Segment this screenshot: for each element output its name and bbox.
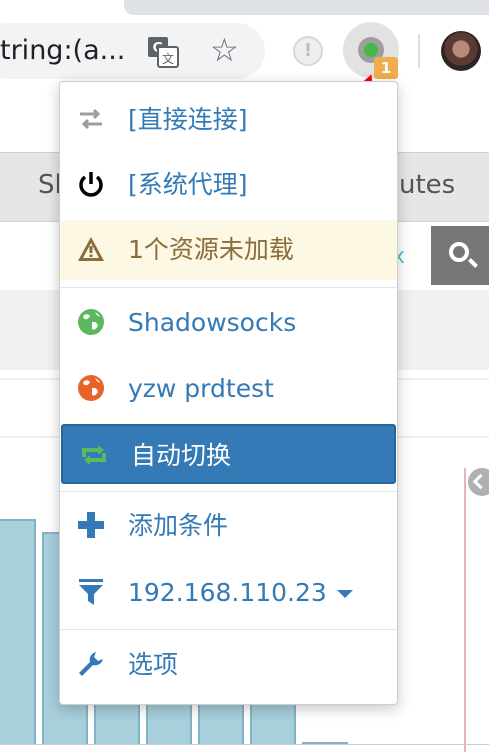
background-chart-marker-line	[464, 468, 466, 752]
svg-text:文: 文	[162, 51, 174, 66]
address-bar-text[interactable]: tring:(a...	[0, 35, 125, 66]
background-scroll-left-button[interactable]	[468, 468, 489, 496]
bookmark-star-icon[interactable]: ☆	[210, 34, 239, 66]
profile-avatar[interactable]	[441, 31, 481, 71]
switchyomega-popup-menu: [直接连接] [系统代理] 1个资源未加载 Shadowsocks yzw pr…	[59, 81, 398, 705]
menu-item-label: 添加条件	[128, 511, 229, 540]
direct-connection-icon	[80, 108, 102, 130]
translate-icon[interactable]: G 文	[147, 36, 179, 68]
plus-icon	[78, 512, 104, 538]
menu-item-direct-connection[interactable]: [直接连接]	[60, 90, 397, 150]
filter-icon	[79, 579, 103, 605]
background-nav-text-right: utes	[399, 170, 456, 200]
globe-icon	[78, 309, 104, 335]
background-chart-bar	[0, 519, 36, 744]
menu-item-label: yzw prdtest	[128, 374, 274, 403]
tab-strip	[124, 0, 489, 15]
condition-host-text: 192.168.110.23	[128, 578, 327, 607]
menu-item-label: 自动切换	[131, 441, 232, 470]
menu-item-condition-host[interactable]: 192.168.110.23	[60, 563, 397, 623]
search-icon	[449, 242, 469, 262]
menu-item-add-condition[interactable]: 添加条件	[60, 496, 397, 556]
menu-item-options[interactable]: 选项	[60, 635, 397, 695]
menu-item-system-proxy[interactable]: [系统代理]	[60, 155, 397, 215]
menu-divider	[60, 491, 397, 492]
power-icon	[79, 172, 103, 197]
menu-item-label: 192.168.110.23	[128, 563, 353, 623]
globe-icon	[78, 375, 104, 401]
menu-item-label: [直接连接]	[128, 105, 248, 134]
toolbar-divider	[418, 34, 420, 68]
extension-badge: 1	[374, 57, 398, 79]
chevron-down-icon	[336, 590, 353, 598]
auto-switch-icon	[82, 445, 106, 465]
menu-divider	[60, 287, 397, 288]
menu-item-label: 1个资源未加载	[128, 235, 294, 264]
menu-item-label: 选项	[128, 650, 179, 679]
menu-divider	[60, 629, 397, 630]
menu-item-label: Shadowsocks	[128, 308, 297, 337]
menu-item-profile-shadowsocks[interactable]: Shadowsocks	[60, 293, 397, 353]
warning-icon	[78, 237, 104, 261]
extension-error-icon[interactable]: !	[293, 36, 323, 66]
background-search-button[interactable]	[431, 226, 489, 285]
menu-item-profile-yzw-prdtest[interactable]: yzw prdtest	[60, 359, 397, 419]
menu-item-label: [系统代理]	[128, 170, 248, 199]
background-chart-axis	[0, 744, 489, 745]
wrench-icon	[79, 652, 103, 676]
menu-item-auto-switch[interactable]: 自动切换	[61, 424, 396, 484]
menu-item-resource-not-loaded[interactable]: 1个资源未加载	[60, 220, 397, 280]
